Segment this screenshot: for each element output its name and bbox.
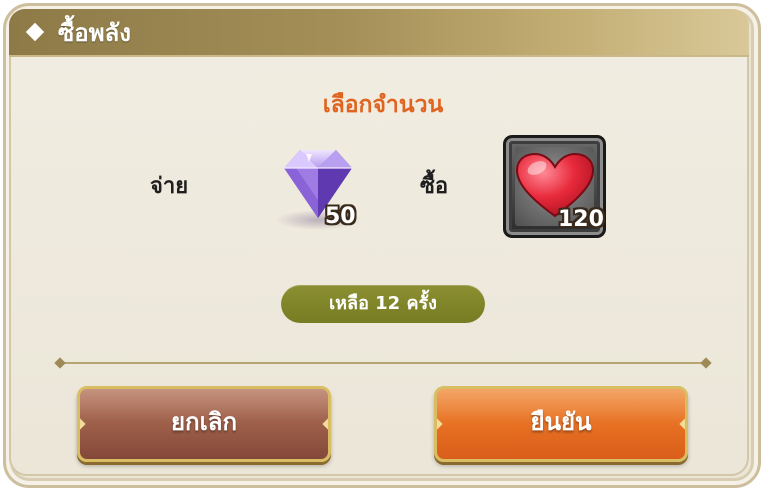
button-left-ornament (80, 418, 86, 430)
button-right-ornament (322, 418, 328, 430)
buy-item: 120 (503, 135, 606, 238)
pay-quantity: 50 (325, 204, 356, 229)
buy-quantity: 120 (558, 207, 604, 232)
purple-gem-icon (276, 150, 360, 230)
buy-label: ซื้อ (420, 174, 449, 199)
cancel-button[interactable]: ยกเลิก (77, 386, 331, 462)
button-right-ornament (679, 418, 685, 430)
pay-item: 50 (262, 138, 374, 234)
pay-label: จ่าย (150, 174, 189, 199)
dialog-title: ซื้อพลัง (58, 19, 131, 47)
cancel-button-label: ยกเลิก (170, 408, 238, 436)
confirm-button-label: ยืนยัน (530, 408, 592, 436)
divider (60, 362, 706, 364)
button-left-ornament (437, 418, 443, 430)
select-quantity-heading: เลือกจำนวน (322, 92, 444, 118)
confirm-button[interactable]: ยืนยัน (434, 386, 688, 462)
remaining-count-badge: เหลือ 12 ครั้ง (281, 285, 485, 323)
